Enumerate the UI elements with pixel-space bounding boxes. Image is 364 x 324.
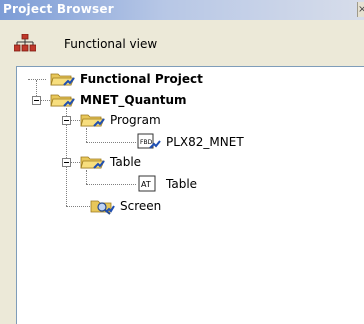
collapse-toggle-program[interactable]: [62, 116, 71, 125]
collapse-toggle-project[interactable]: [32, 96, 41, 105]
view-header: [0, 20, 364, 65]
folder-open-icon: [80, 114, 105, 127]
folder-open-icon: [50, 94, 75, 107]
tree-item-label: Program: [110, 113, 161, 127]
view-label: Functional view: [64, 37, 158, 51]
animation-table-icon: AT: [138, 175, 156, 192]
collapse-toggle-table[interactable]: [62, 158, 71, 167]
close-button[interactable]: ×: [357, 2, 364, 17]
svg-text:FBD: FBD: [140, 139, 153, 146]
window-title: Project Browser: [3, 2, 114, 16]
tree-item-label: MNET_Quantum: [80, 93, 187, 107]
svg-text:AT: AT: [141, 180, 151, 189]
fbd-section-icon: FBD: [137, 133, 161, 149]
tree-item-label: Table: [166, 177, 198, 191]
tree-connector: [86, 128, 87, 142]
tree-connector: [66, 206, 90, 207]
folder-open-icon: [80, 156, 105, 169]
tree-connector: [86, 142, 136, 143]
screen-folder-icon: [90, 200, 115, 215]
tree-connector: [28, 79, 46, 80]
tree-item-label: Table: [110, 155, 142, 169]
close-icon: ×: [358, 4, 364, 15]
tree-item-label: Screen: [120, 199, 162, 213]
tree-item-label: Functional Project: [80, 72, 203, 86]
tree-connector: [86, 170, 87, 184]
tree-connector: [86, 184, 136, 185]
functional-view-icon: [14, 34, 36, 52]
title-bar[interactable]: Project Browser ×: [0, 0, 364, 20]
folder-open-icon: [50, 73, 75, 86]
tree-item-label: PLX82_MNET: [166, 135, 244, 149]
